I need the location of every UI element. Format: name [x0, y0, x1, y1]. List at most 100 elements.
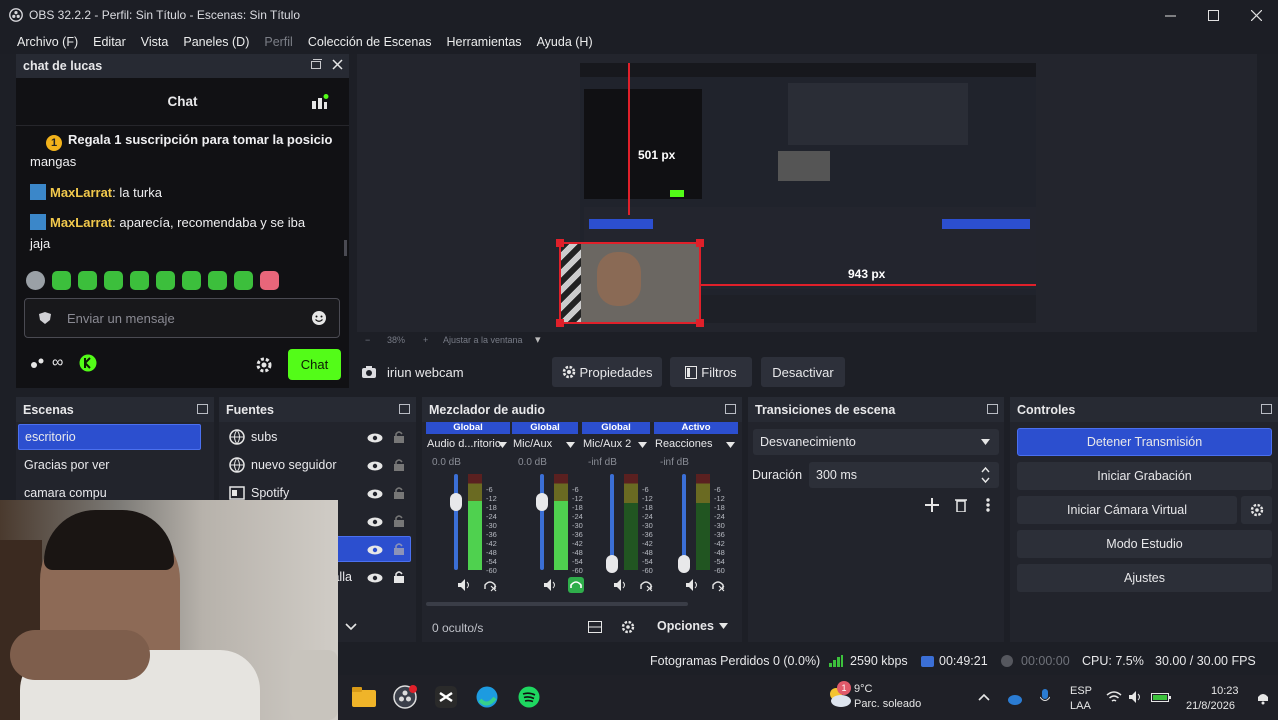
channel-name[interactable]: Audio d...ritorio	[427, 438, 501, 450]
filters-button[interactable]: Filtros	[670, 357, 752, 387]
float-dock-icon[interactable]	[1261, 404, 1272, 414]
lock-icon[interactable]	[394, 543, 404, 555]
file-explorer-icon[interactable]	[352, 687, 376, 707]
more-options-icon[interactable]	[986, 498, 990, 512]
resize-handle[interactable]	[556, 319, 564, 327]
stop-streaming-button[interactable]: Detener Transmisión	[1017, 428, 1272, 456]
channel-menu-icon[interactable]	[498, 442, 507, 448]
mute-speaker-icon[interactable]	[544, 579, 557, 591]
visibility-eye-icon[interactable]	[367, 461, 383, 471]
resize-handle[interactable]	[696, 239, 704, 247]
spotify-icon[interactable]	[518, 686, 540, 708]
trash-icon[interactable]	[955, 498, 967, 512]
channel-name[interactable]: Mic/Aux	[513, 438, 552, 450]
menu-ayuda[interactable]: Ayuda (H)	[537, 35, 593, 49]
monitor-icon[interactable]	[710, 577, 726, 593]
menu-vista[interactable]: Vista	[141, 35, 169, 49]
users-icon[interactable]	[311, 94, 329, 110]
input-lang-2[interactable]: LAA	[1070, 700, 1091, 712]
maximize-button[interactable]	[1191, 0, 1235, 30]
clock-date[interactable]: 21/8/2026	[1186, 700, 1235, 712]
start-virtual-camera-button[interactable]: Iniciar Cámara Virtual	[1017, 496, 1237, 524]
minimize-button[interactable]	[1148, 0, 1192, 30]
visibility-eye-icon[interactable]	[367, 517, 383, 527]
chat-scrollbar[interactable]	[344, 240, 347, 256]
channel-menu-icon[interactable]	[638, 442, 647, 448]
emote-icon[interactable]	[26, 271, 45, 290]
volume-icon[interactable]	[1129, 691, 1143, 703]
scene-item[interactable]: Gracias por ver	[18, 452, 201, 478]
close-dock-icon[interactable]	[332, 59, 343, 70]
spinner-arrows-icon[interactable]	[981, 466, 990, 484]
monitor-icon[interactable]	[482, 577, 498, 593]
menu-paneles[interactable]: Paneles (D)	[183, 35, 249, 49]
mute-speaker-icon[interactable]	[614, 579, 627, 591]
chat-settings-icon[interactable]	[255, 356, 273, 374]
volume-fader-knob[interactable]	[536, 493, 548, 512]
wifi-icon[interactable]	[1106, 691, 1122, 703]
mixer-scrollbar[interactable]	[426, 602, 688, 606]
float-dock-icon[interactable]	[311, 59, 322, 70]
edge-browser-icon[interactable]	[476, 686, 498, 708]
duration-input[interactable]: 300 ms	[809, 462, 999, 488]
lock-icon[interactable]	[394, 431, 404, 443]
input-lang-1[interactable]: ESP	[1070, 685, 1092, 697]
visibility-eye-icon[interactable]	[367, 573, 383, 583]
clock-time[interactable]: 10:23	[1211, 685, 1239, 697]
close-window-button[interactable]	[1234, 0, 1278, 30]
menu-herramientas[interactable]: Herramientas	[447, 35, 522, 49]
mute-speaker-icon[interactable]	[458, 579, 471, 591]
add-transition-icon[interactable]	[925, 498, 939, 512]
float-dock-icon[interactable]	[399, 404, 410, 414]
channel-name[interactable]: Reacciones	[655, 438, 712, 450]
emote-icon[interactable]	[234, 271, 253, 290]
lock-icon[interactable]	[394, 487, 404, 499]
layout-icon[interactable]	[588, 621, 602, 633]
onedrive-icon[interactable]	[1006, 691, 1022, 705]
settings-button[interactable]: Ajustes	[1017, 564, 1272, 592]
obs-taskbar-icon[interactable]	[393, 685, 417, 709]
visibility-eye-icon[interactable]	[367, 489, 383, 499]
emote-icon[interactable]	[260, 271, 279, 290]
menu-coleccion-escenas[interactable]: Colección de Escenas	[308, 35, 432, 49]
resize-handle[interactable]	[556, 239, 564, 247]
menu-archivo[interactable]: Archivo (F)	[17, 35, 78, 49]
resize-handle[interactable]	[696, 319, 704, 327]
chat-send-button[interactable]: Chat	[288, 349, 341, 380]
emote-icon[interactable]	[208, 271, 227, 290]
kick-logo-icon[interactable]	[79, 354, 97, 372]
deactivate-button[interactable]: Desactivar	[761, 357, 845, 387]
volume-fader-knob[interactable]	[606, 554, 618, 573]
emoji-icon[interactable]	[311, 310, 327, 326]
float-dock-icon[interactable]	[197, 404, 208, 414]
channel-name[interactable]: Mic/Aux 2	[583, 438, 631, 450]
lock-icon[interactable]	[394, 515, 404, 527]
emote-icon[interactable]	[78, 271, 97, 290]
transition-type-select[interactable]: Desvanecimiento	[753, 429, 999, 455]
channel-menu-icon[interactable]	[726, 442, 735, 448]
emote-icon[interactable]	[130, 271, 149, 290]
start-recording-button[interactable]: Iniciar Grabación	[1017, 462, 1272, 490]
volume-fader-track[interactable]	[540, 474, 544, 570]
float-dock-icon[interactable]	[987, 404, 998, 414]
volume-fader-track[interactable]	[454, 474, 458, 570]
fit-window-label[interactable]: Ajustar a la ventana	[443, 335, 523, 345]
emote-icon[interactable]	[52, 271, 71, 290]
studio-mode-button[interactable]: Modo Estudio	[1017, 530, 1272, 558]
chevron-down-icon[interactable]	[345, 623, 357, 631]
volume-fader-knob[interactable]	[450, 493, 462, 512]
properties-button[interactable]: Propiedades	[552, 357, 662, 387]
emote-icon[interactable]	[104, 271, 123, 290]
scene-item[interactable]: escritorio	[18, 424, 201, 450]
zoom-dropdown-icon[interactable]: ▾	[535, 333, 541, 346]
volume-fader-knob[interactable]	[678, 554, 690, 573]
virtual-camera-settings-button[interactable]	[1241, 496, 1272, 524]
float-dock-icon[interactable]	[725, 404, 736, 414]
emote-icon[interactable]	[182, 271, 201, 290]
menu-perfil[interactable]: Perfil	[264, 35, 292, 49]
notifications-icon[interactable]	[1256, 691, 1270, 705]
mute-speaker-icon[interactable]	[686, 579, 699, 591]
rewards-icon[interactable]	[30, 356, 46, 370]
capcut-icon[interactable]	[435, 686, 457, 708]
zoom-out-icon[interactable]: −	[365, 335, 370, 345]
